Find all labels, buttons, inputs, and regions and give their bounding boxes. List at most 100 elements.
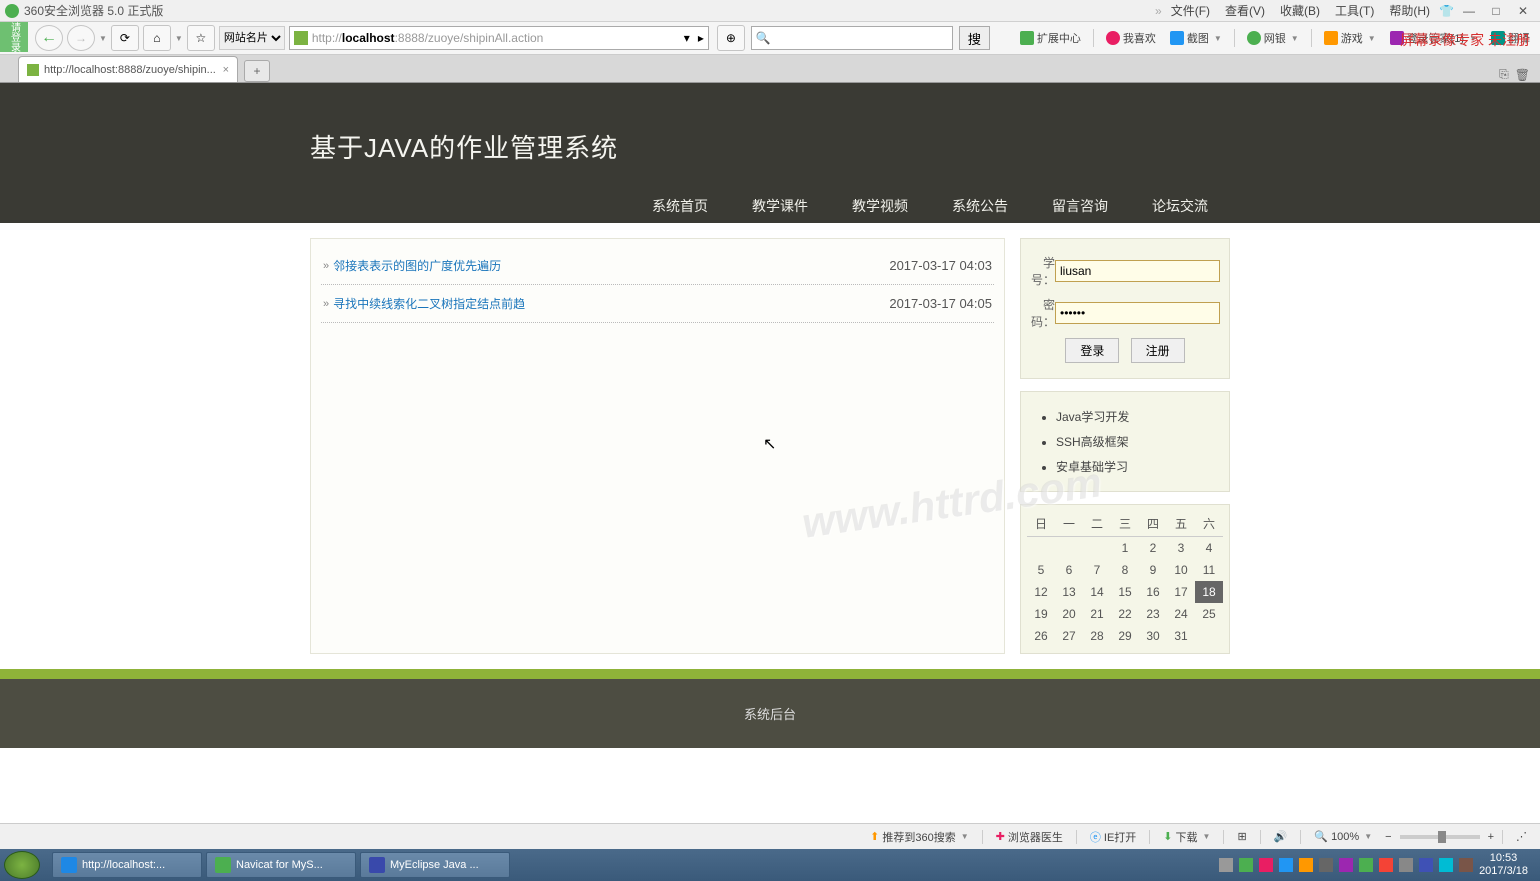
start-button[interactable] [4, 851, 40, 879]
link-item[interactable]: 安卓基础学习 [1056, 454, 1209, 479]
cal-day[interactable]: 11 [1195, 559, 1223, 581]
minimize-button[interactable]: — [1457, 3, 1481, 19]
zoom-slider[interactable] [1400, 835, 1480, 839]
cal-day[interactable]: 31 [1167, 625, 1195, 647]
tray-icon[interactable] [1299, 858, 1313, 872]
cal-day[interactable]: 3 [1167, 537, 1195, 560]
cal-day[interactable]: 30 [1139, 625, 1167, 647]
cal-day[interactable]: 7 [1083, 559, 1111, 581]
history-dropdown-icon[interactable]: ▼ [99, 34, 107, 43]
zoom-in-icon[interactable]: + [1488, 831, 1494, 843]
cal-day[interactable]: 23 [1139, 603, 1167, 625]
translate-link[interactable]: 翻译 [1486, 30, 1535, 46]
forward-button[interactable]: → [67, 25, 95, 51]
menu-help[interactable]: 帮助(H) [1383, 0, 1436, 21]
recommend-button[interactable]: ⬆推荐到360搜索▼ [865, 829, 974, 845]
menu-favorites[interactable]: 收藏(B) [1274, 0, 1326, 21]
tray-icon[interactable] [1379, 858, 1393, 872]
tray-icon[interactable] [1239, 858, 1253, 872]
games-link[interactable]: 游戏▼ [1319, 30, 1381, 46]
cal-day[interactable]: 26 [1027, 625, 1055, 647]
browser-tab[interactable]: http://localhost:8888/zuoye/shipin... × [18, 56, 238, 82]
cal-day[interactable]: 20 [1055, 603, 1083, 625]
nav-video[interactable]: 教学视频 [830, 190, 930, 222]
address-bar[interactable]: http://localhost:8888/zuoye/shipinAll.ac… [289, 26, 709, 50]
screenshot-link[interactable]: 截图▼ [1165, 30, 1227, 46]
cal-day[interactable]: 14 [1083, 581, 1111, 603]
search-bar[interactable]: 🔍 [751, 26, 953, 50]
cal-day[interactable]: 27 [1055, 625, 1083, 647]
tab-overview-icon[interactable]: ⎘ [1499, 67, 1509, 82]
login-manager-link[interactable]: 登录管家(1)▼ [1385, 30, 1482, 46]
home-button[interactable]: ⌂ [143, 25, 171, 51]
tray-icon[interactable] [1439, 858, 1453, 872]
login-sidebar-button[interactable]: 请登录 [0, 22, 28, 52]
skin-icon[interactable]: 👕 [1439, 4, 1454, 18]
tray-icon[interactable] [1399, 858, 1413, 872]
cal-day[interactable]: 9 [1139, 559, 1167, 581]
cal-day[interactable]: 29 [1111, 625, 1139, 647]
username-input[interactable] [1055, 260, 1220, 282]
cal-day[interactable]: 13 [1055, 581, 1083, 603]
favorite-star-button[interactable]: ☆ [187, 25, 215, 51]
taskbar-item-browser[interactable]: http://localhost:... [52, 852, 202, 878]
clock[interactable]: 10:53 2017/3/18 [1479, 852, 1528, 878]
url-dropdown-icon[interactable]: ▾ [680, 31, 694, 45]
cal-day[interactable]: 6 [1055, 559, 1083, 581]
nav-forum[interactable]: 论坛交流 [1130, 190, 1230, 222]
cal-day[interactable]: 25 [1195, 603, 1223, 625]
refresh-button[interactable]: ⟳ [111, 25, 139, 51]
tray-icon[interactable] [1219, 858, 1233, 872]
cal-day[interactable]: 21 [1083, 603, 1111, 625]
footer-link[interactable]: 系统后台 [744, 707, 796, 722]
ie-open-button[interactable]: ⓔIE打开 [1085, 829, 1141, 845]
nav-message[interactable]: 留言咨询 [1030, 190, 1130, 222]
menu-tools[interactable]: 工具(T) [1329, 0, 1380, 21]
cal-day[interactable]: 8 [1111, 559, 1139, 581]
doctor-button[interactable]: ✚浏览器医生 [991, 829, 1068, 845]
cal-day[interactable]: 28 [1083, 625, 1111, 647]
tray-icon[interactable] [1259, 858, 1273, 872]
tray-icon[interactable] [1319, 858, 1333, 872]
maximize-button[interactable]: □ [1484, 3, 1508, 19]
tray-icon[interactable] [1459, 858, 1473, 872]
zoom-out-icon[interactable]: − [1385, 831, 1391, 843]
back-button[interactable]: ← [35, 25, 63, 51]
nav-courseware[interactable]: 教学课件 [730, 190, 830, 222]
cal-day[interactable]: 24 [1167, 603, 1195, 625]
cal-day[interactable]: 4 [1195, 537, 1223, 560]
tray-icon[interactable] [1419, 858, 1433, 872]
home-dropdown-icon[interactable]: ▼ [175, 34, 183, 43]
tray-icon[interactable] [1359, 858, 1373, 872]
nav-notice[interactable]: 系统公告 [930, 190, 1030, 222]
popup-icon[interactable]: ⊞ [1232, 830, 1251, 843]
menu-file[interactable]: 文件(F) [1165, 0, 1216, 21]
article-link[interactable]: 寻找中续线索化二叉树指定结点前趋 [333, 295, 525, 312]
cal-day[interactable]: 18 [1195, 581, 1223, 603]
login-button[interactable]: 登录 [1065, 338, 1119, 363]
more-icon[interactable]: » [1155, 4, 1162, 18]
cal-day[interactable]: 22 [1111, 603, 1139, 625]
taskbar-item-navicat[interactable]: Navicat for MyS... [206, 852, 356, 878]
cal-day[interactable]: 10 [1167, 559, 1195, 581]
like-link[interactable]: 我喜欢 [1101, 30, 1161, 46]
link-item[interactable]: SSH高级框架 [1056, 429, 1209, 454]
bank-link[interactable]: 网银▼ [1242, 30, 1304, 46]
url-go-icon[interactable]: ▸ [698, 31, 704, 45]
resize-grip-icon[interactable]: ⋰ [1511, 830, 1532, 843]
tray-icon[interactable] [1339, 858, 1353, 872]
site-card-dropdown[interactable]: 网站名片 [219, 26, 285, 50]
zoom-control[interactable]: 🔍100%▼ [1309, 830, 1377, 843]
tab-trash-icon[interactable]: 🗑 [1515, 68, 1530, 82]
cal-day[interactable]: 1 [1111, 537, 1139, 560]
extension-center-link[interactable]: 扩展中心 [1015, 30, 1086, 46]
tray-icon[interactable] [1279, 858, 1293, 872]
download-button[interactable]: ⬇下载▼ [1158, 829, 1215, 845]
nav-home[interactable]: 系统首页 [630, 190, 730, 222]
cal-day[interactable]: 2 [1139, 537, 1167, 560]
taskbar-item-myeclipse[interactable]: MyEclipse Java ... [360, 852, 510, 878]
sound-icon[interactable]: 🔊 [1269, 830, 1293, 843]
cal-day[interactable]: 17 [1167, 581, 1195, 603]
cal-day[interactable]: 5 [1027, 559, 1055, 581]
cal-day[interactable]: 12 [1027, 581, 1055, 603]
